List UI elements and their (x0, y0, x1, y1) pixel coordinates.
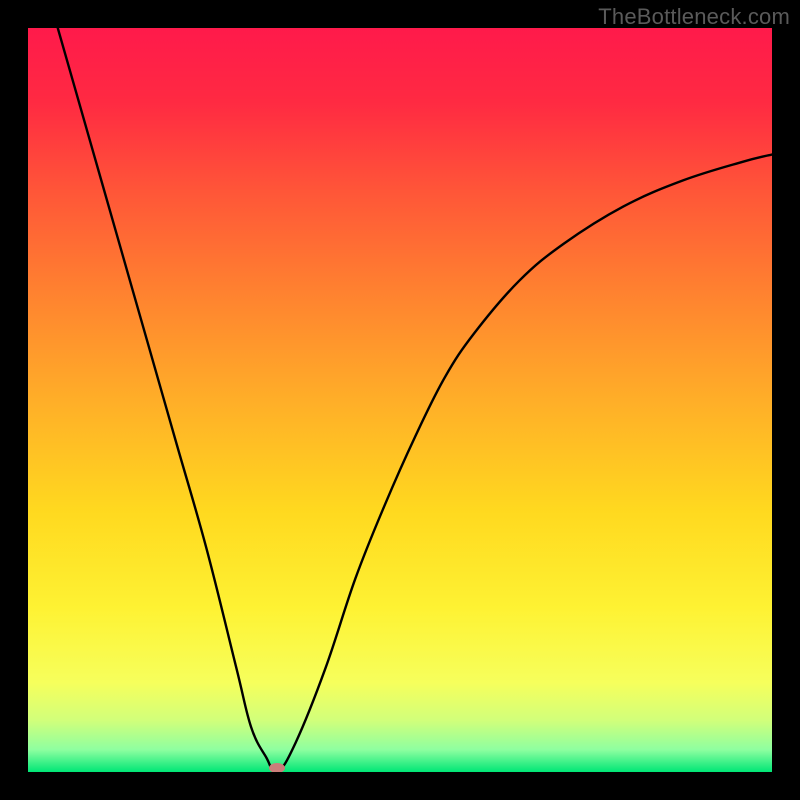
plot-area (28, 28, 772, 772)
chart-frame: TheBottleneck.com (0, 0, 800, 800)
bottleneck-curve (28, 28, 772, 772)
minimum-marker-dot (269, 763, 285, 772)
watermark-label: TheBottleneck.com (598, 4, 790, 30)
